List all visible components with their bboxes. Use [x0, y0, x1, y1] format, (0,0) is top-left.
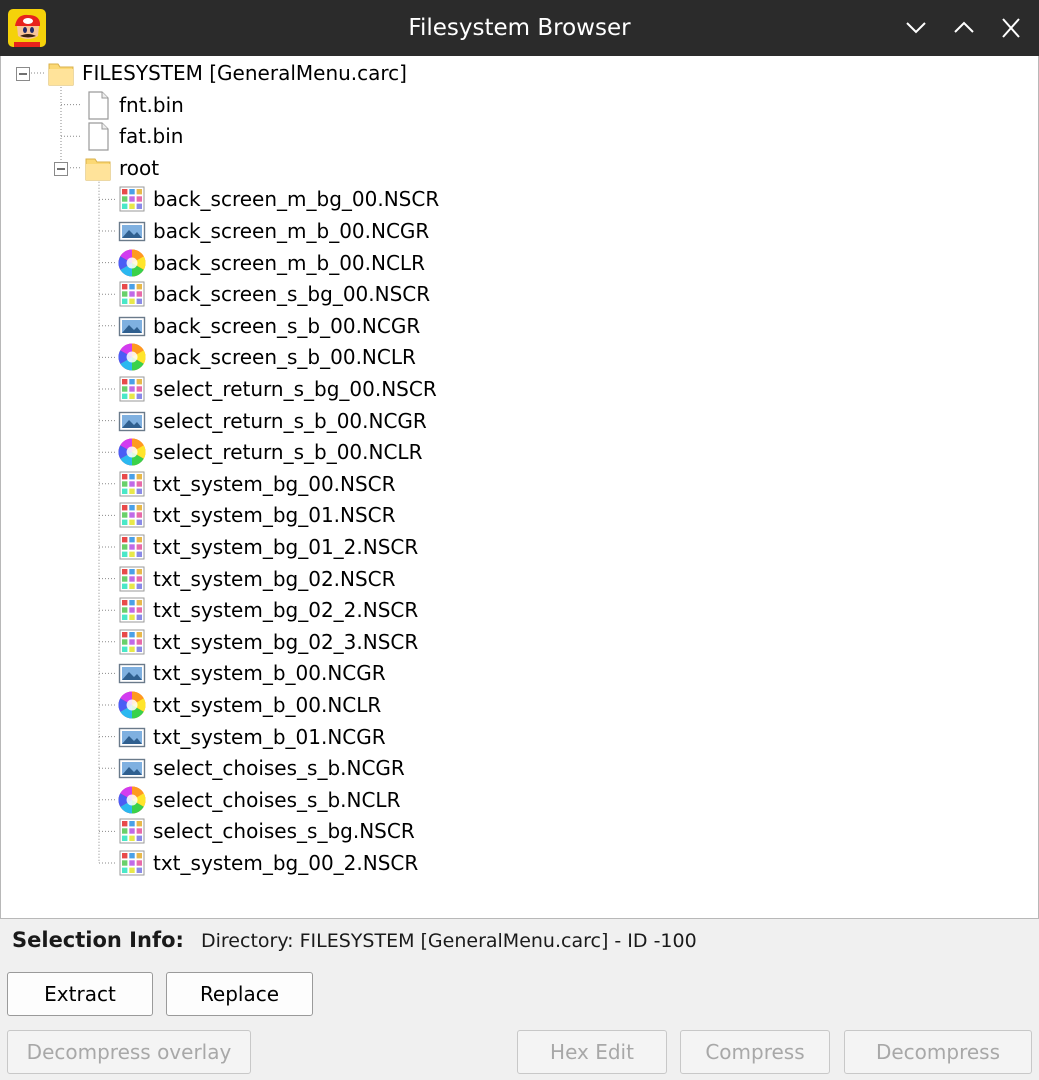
tree-item-label: FILESYSTEM [GeneralMenu.carc] — [82, 61, 407, 85]
tree-item-label: back_screen_m_b_00.NCLR — [153, 250, 425, 275]
tree-item-file[interactable]: back_screen_m_b_00.NCLR — [117, 248, 427, 278]
tree-item-label: back_screen_s_bg_00.NSCR — [153, 282, 431, 307]
tree-item-label: txt_system_bg_02_2.NSCR — [153, 598, 419, 623]
screen-map-icon — [117, 532, 151, 562]
tree-item-label: back_screen_s_b_00.NCLR — [153, 345, 416, 370]
tree-item-label: root — [119, 155, 160, 180]
tree-item-file[interactable]: txt_system_bg_00_2.NSCR — [117, 848, 420, 878]
file-tree[interactable]: FILESYSTEM [GeneralMenu.carc] fnt.bin fat.… — [0, 56, 1039, 919]
graphics-icon — [117, 311, 151, 341]
tree-item-label: txt_system_bg_00.NSCR — [153, 471, 396, 496]
tree-item-label: select_choises_s_b.NCLR — [153, 787, 401, 812]
tree-item-folder[interactable]: FILESYSTEM [GeneralMenu.carc] — [46, 58, 409, 88]
tree-item-file[interactable]: select_return_s_bg_00.NSCR — [117, 374, 439, 404]
minimize-button[interactable] — [896, 10, 936, 46]
graphics-icon — [117, 722, 151, 752]
tree-item-file[interactable]: txt_system_bg_01.NSCR — [117, 500, 398, 530]
tree-item-label: fnt.bin — [119, 92, 184, 117]
tree-item-file[interactable]: select_choises_s_b.NCLR — [117, 785, 402, 815]
tree-item-file[interactable]: back_screen_m_bg_00.NSCR — [117, 184, 441, 214]
tree-item-file[interactable]: select_choises_s_bg.NSCR — [117, 816, 417, 846]
decompress-overlay-button[interactable]: Decompress overlay — [7, 1030, 251, 1074]
palette-icon — [117, 437, 151, 467]
tree-item-file[interactable]: back_screen_m_b_00.NCGR — [117, 216, 431, 246]
folder-icon — [83, 153, 117, 183]
tree-item-label: txt_system_bg_02.NSCR — [153, 566, 396, 591]
tree-item-file[interactable]: txt_system_bg_00.NSCR — [117, 469, 398, 499]
close-button[interactable] — [991, 10, 1031, 46]
tree-item-file[interactable]: back_screen_s_bg_00.NSCR — [117, 279, 432, 309]
tree-item-label: txt_system_bg_02_3.NSCR — [153, 629, 419, 654]
screen-map-icon — [117, 184, 151, 214]
replace-button[interactable]: Replace — [166, 972, 313, 1016]
screen-map-icon — [117, 500, 151, 530]
tree-item-label: txt_system_b_00.NCLR — [153, 693, 382, 717]
tree-item-file[interactable]: txt_system_b_00.NCLR — [117, 690, 383, 720]
hex-edit-button[interactable]: Hex Edit — [517, 1030, 667, 1074]
tree-item-label: txt_system_b_01.NCGR — [153, 724, 386, 749]
screen-map-icon — [117, 816, 151, 846]
selection-info-value: Directory: FILESYSTEM [GeneralMenu.carc]… — [201, 930, 697, 952]
graphics-icon — [117, 753, 151, 783]
tree-item-label: txt_system_bg_00_2.NSCR — [153, 851, 419, 875]
tree-item-label: fat.bin — [119, 124, 184, 149]
window-title: Filesystem Browser — [408, 15, 631, 41]
tree-item-label: back_screen_m_b_00.NCGR — [153, 219, 430, 243]
maximize-button[interactable] — [944, 10, 984, 46]
close-icon — [1002, 18, 1020, 38]
tree-item-file[interactable]: txt_system_b_01.NCGR — [117, 722, 388, 752]
graphics-icon — [117, 216, 151, 246]
screen-map-icon — [117, 279, 151, 309]
decompress-button[interactable]: Decompress — [844, 1030, 1032, 1074]
screen-map-icon — [117, 627, 151, 657]
tree-item-label: back_screen_m_bg_00.NSCR — [153, 187, 440, 212]
tree-item-folder[interactable]: root — [83, 153, 161, 183]
screen-map-icon — [117, 374, 151, 404]
tree-item-file[interactable]: select_return_s_b_00.NCGR — [117, 406, 429, 436]
selection-info-label: Selection Info: — [12, 928, 184, 952]
compress-button[interactable]: Compress — [680, 1030, 830, 1074]
tree-item-file[interactable]: fat.bin — [83, 121, 185, 151]
tree-item-file[interactable]: select_return_s_b_00.NCLR — [117, 437, 424, 467]
tree-item-file[interactable]: select_choises_s_b.NCGR — [117, 753, 407, 783]
tree-item-label: select_choises_s_b.NCGR — [153, 756, 405, 781]
tree-item-label: select_return_s_bg_00.NSCR — [153, 377, 437, 401]
tree-item-label: txt_system_b_00.NCGR — [153, 661, 386, 686]
extract-button[interactable]: Extract — [7, 972, 153, 1016]
screen-map-icon — [117, 469, 151, 499]
graphics-icon — [117, 658, 151, 688]
tree-item-file[interactable]: txt_system_bg_02.NSCR — [117, 564, 398, 594]
palette-icon — [117, 342, 151, 372]
tree-item-file[interactable]: txt_system_b_00.NCGR — [117, 658, 388, 688]
folder-icon — [46, 58, 80, 88]
tree-item-label: select_return_s_b_00.NCLR — [153, 440, 423, 465]
graphics-icon — [117, 406, 151, 436]
palette-icon — [117, 248, 151, 278]
screen-map-icon — [117, 848, 151, 878]
collapse-toggle-icon[interactable] — [16, 66, 30, 81]
file-icon — [83, 121, 117, 151]
collapse-toggle-icon[interactable] — [54, 161, 68, 176]
tree-item-label: txt_system_bg_01.NSCR — [153, 503, 396, 528]
file-icon — [83, 90, 117, 120]
screen-map-icon — [117, 564, 151, 594]
screen-map-icon — [117, 595, 151, 625]
chevron-up-icon — [954, 21, 974, 33]
tree-item-label: select_return_s_b_00.NCGR — [153, 408, 427, 433]
tree-item-file[interactable]: txt_system_bg_02_3.NSCR — [117, 627, 420, 657]
chevron-down-icon — [906, 22, 926, 34]
palette-icon — [117, 785, 151, 815]
tree-item-label: back_screen_s_b_00.NCGR — [153, 313, 421, 338]
tree-item-file[interactable]: fnt.bin — [83, 90, 186, 120]
tree-item-file[interactable]: txt_system_bg_02_2.NSCR — [117, 595, 420, 625]
tree-item-file[interactable]: txt_system_bg_01_2.NSCR — [117, 532, 420, 562]
title-bar: Filesystem Browser — [0, 0, 1039, 56]
tree-item-file[interactable]: back_screen_s_b_00.NCGR — [117, 311, 422, 341]
tree-item-label: select_choises_s_bg.NSCR — [153, 819, 415, 844]
tree-item-file[interactable]: back_screen_s_b_00.NCLR — [117, 342, 418, 372]
tree-item-label: txt_system_bg_01_2.NSCR — [153, 535, 419, 559]
palette-icon — [117, 690, 151, 720]
